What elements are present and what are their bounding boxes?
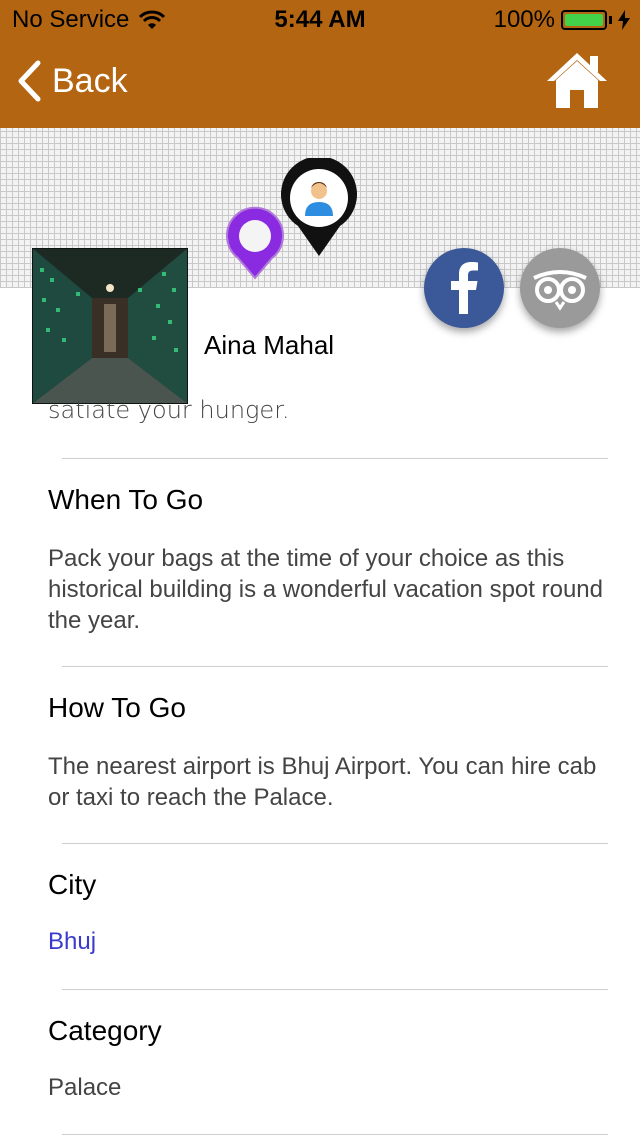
bolt-icon — [618, 10, 630, 30]
battery-icon — [561, 10, 607, 30]
back-button[interactable]: Back — [16, 60, 128, 102]
how-to-go-text: The nearest airport is Bhuj Airport. You… — [48, 753, 597, 811]
how-to-go-heading: How To Go — [48, 692, 186, 723]
divider — [62, 458, 608, 459]
divider — [62, 666, 608, 667]
place-title: Aina Mahal — [204, 330, 335, 360]
when-to-go-heading: When To Go — [48, 484, 204, 515]
home-button[interactable] — [544, 50, 610, 112]
tripadvisor-button[interactable] — [520, 248, 600, 328]
navigation-bar: Back — [0, 40, 640, 128]
divider — [62, 989, 608, 990]
status-right: 100% — [494, 6, 630, 34]
chevron-left-icon — [16, 60, 52, 102]
category-value: Palace — [48, 1074, 122, 1101]
category-heading: Category — [48, 1015, 162, 1046]
back-label: Back — [52, 61, 128, 100]
divider — [62, 1134, 608, 1135]
owl-icon — [520, 248, 600, 328]
city-link[interactable]: Bhuj — [48, 926, 608, 957]
user-location-pin-icon[interactable] — [278, 158, 360, 258]
divider — [62, 843, 608, 844]
battery-percent: 100% — [493, 6, 555, 33]
facebook-share-button[interactable] — [424, 248, 504, 328]
description-snippet: satiate your hunger. — [48, 396, 290, 424]
facebook-icon — [424, 248, 504, 328]
map-pin-icon[interactable] — [224, 206, 286, 280]
city-heading: City — [48, 869, 97, 900]
status-bar: No Service 5:44 AM 100% — [0, 0, 640, 40]
when-to-go-text: Pack your bags at the time of your choic… — [48, 545, 603, 634]
home-icon — [544, 50, 610, 112]
place-thumbnail[interactable] — [32, 248, 188, 404]
